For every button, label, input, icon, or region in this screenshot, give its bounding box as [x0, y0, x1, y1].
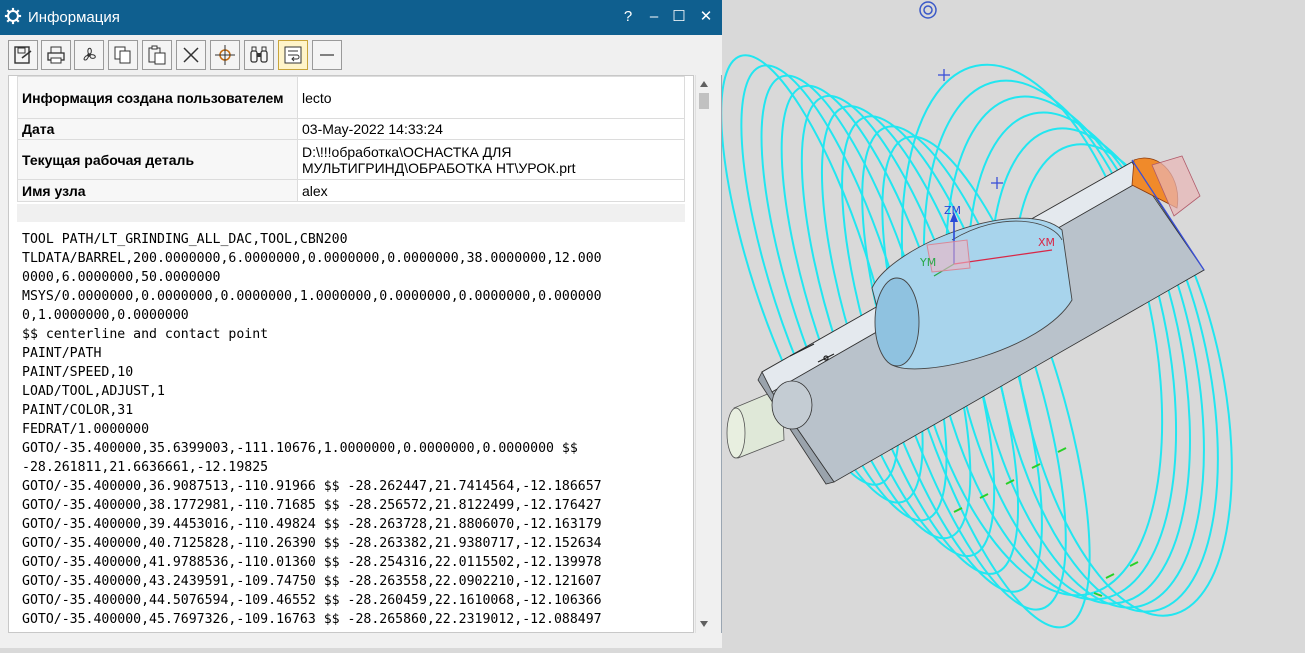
model-view[interactable]: ZM XM YM [720, 0, 1305, 648]
minimize-button[interactable]: ‒ [643, 6, 665, 28]
table-row: Текущая рабочая деталь D:\!!!обработка\О… [17, 139, 685, 180]
toolpath-line: GOTO/-35.400000,40.7125828,-110.26390 $$… [22, 536, 602, 551]
toolpath-line: GOTO/-35.400000,35.6399003,-111.10676,1.… [22, 441, 578, 456]
help-button[interactable]: ? [617, 6, 639, 28]
copy-button[interactable] [108, 40, 138, 70]
scroll-down-icon[interactable] [699, 619, 709, 629]
section-separator [17, 204, 685, 222]
toolpath-line: 0,1.0000000,0.0000000 [22, 308, 189, 323]
fan-icon [83, 47, 96, 61]
toolpath-line: PAINT/PATH [22, 346, 102, 361]
toolpath-line: FEDRAT/1.0000000 [22, 422, 150, 437]
toolpath-line: PAINT/COLOR,31 [22, 403, 134, 418]
delete-icon [183, 47, 199, 63]
table-row: Имя узла alex [17, 179, 685, 202]
print-icon [47, 46, 65, 64]
information-window: Информация ? ‒ ☐ ✕ Информация создана по… [0, 0, 722, 648]
info-key: Информация создана пользователем [17, 76, 298, 119]
toolpath-line: GOTO/-35.400000,43.2439591,-109.74750 $$… [22, 574, 602, 589]
ym-axis-label: YM [919, 256, 936, 269]
toolpath-line: GOTO/-35.400000,41.9788536,-110.01360 $$… [22, 555, 602, 570]
wrap-text-icon [284, 46, 302, 64]
scroll-thumb[interactable] [699, 93, 709, 109]
information-content: Информация создана пользователем lecto Д… [8, 75, 694, 633]
toolpath-line: GOTO/-35.400000,38.1772981,-110.71685 $$… [22, 498, 602, 513]
delete-button[interactable] [176, 40, 206, 70]
toolpath-text: TOOL PATH/LT_GRINDING_ALL_DAC,TOOL,CBN20… [22, 230, 687, 632]
toolpath-line: TLDATA/BARREL,200.0000000,6.0000000,0.00… [22, 251, 602, 266]
window-title: Информация [28, 9, 120, 26]
toolpath-line: GOTO/-35.400000,45.7697326,-109.16763 $$… [22, 612, 602, 627]
table-row: Дата 03-May-2022 14:33:24 [17, 118, 685, 140]
paste-button[interactable] [142, 40, 172, 70]
toolpath-line: $$ centerline and contact point [22, 327, 269, 342]
toolpath-line: GOTO/-35.400000,36.9087513,-110.91966 $$… [22, 479, 602, 494]
toolpath-line: PAINT/SPEED,10 [22, 365, 134, 380]
info-value: lecto [297, 76, 685, 119]
vertical-scrollbar[interactable] [695, 75, 712, 633]
toolpath-line: -28.261811,21.6636661,-12.19825 [22, 460, 269, 475]
info-value: 03-May-2022 14:33:24 [297, 118, 685, 140]
save-icon [14, 46, 32, 64]
scroll-up-icon[interactable] [699, 79, 709, 89]
info-value: D:\!!!обработка\ОСНАСТКА ДЛЯ МУЛЬТИГРИНД… [297, 139, 685, 180]
copy-icon [114, 46, 131, 64]
binoculars-icon [250, 46, 268, 63]
toolpath-line: GOTO/-35.400000,39.4453016,-110.49824 $$… [22, 517, 602, 532]
title-bar[interactable]: Информация ? ‒ ☐ ✕ [0, 0, 722, 35]
zm-axis-label: ZM [944, 204, 961, 217]
info-key: Имя узла [17, 179, 298, 202]
paste-icon [148, 45, 166, 65]
table-row: Информация создана пользователем lecto [17, 76, 685, 119]
info-key: Дата [17, 118, 298, 140]
gear-icon [4, 7, 22, 25]
maximize-button[interactable]: ☐ [668, 6, 690, 28]
find-button[interactable] [244, 40, 274, 70]
toolpath-line: GOTO/-35.400000,44.5076594,-109.46552 $$… [22, 593, 602, 608]
toolpath-line: LOAD/TOOL,ADJUST,1 [22, 384, 165, 399]
info-key: Текущая рабочая деталь [17, 139, 298, 180]
xm-axis-label: XM [1038, 236, 1055, 249]
wrap-text-button[interactable] [278, 40, 308, 70]
toolbar [0, 35, 722, 75]
graphics-viewport[interactable]: ZM XM YM [720, 0, 1305, 648]
fan-button[interactable] [74, 40, 104, 70]
toolpath-line: 0000,6.0000000,50.0000000 [22, 270, 221, 285]
close-button[interactable]: ✕ [695, 6, 717, 28]
spiral-icon [919, 1, 937, 19]
print-button[interactable] [41, 40, 71, 70]
save-button[interactable] [8, 40, 38, 70]
toolpath-line: TOOL PATH/LT_GRINDING_ALL_DAC,TOOL,CBN20… [22, 232, 348, 247]
collapse-button[interactable] [312, 40, 342, 70]
info-table: Информация создана пользователем lecto Д… [17, 76, 685, 202]
toolpath-line: MSYS/0.0000000,0.0000000,0.0000000,1.000… [22, 289, 602, 304]
info-value: alex [297, 179, 685, 202]
minus-icon [320, 54, 334, 56]
crosshair-icon [215, 45, 235, 65]
status-strip [0, 633, 722, 648]
crosshair-button[interactable] [210, 40, 240, 70]
